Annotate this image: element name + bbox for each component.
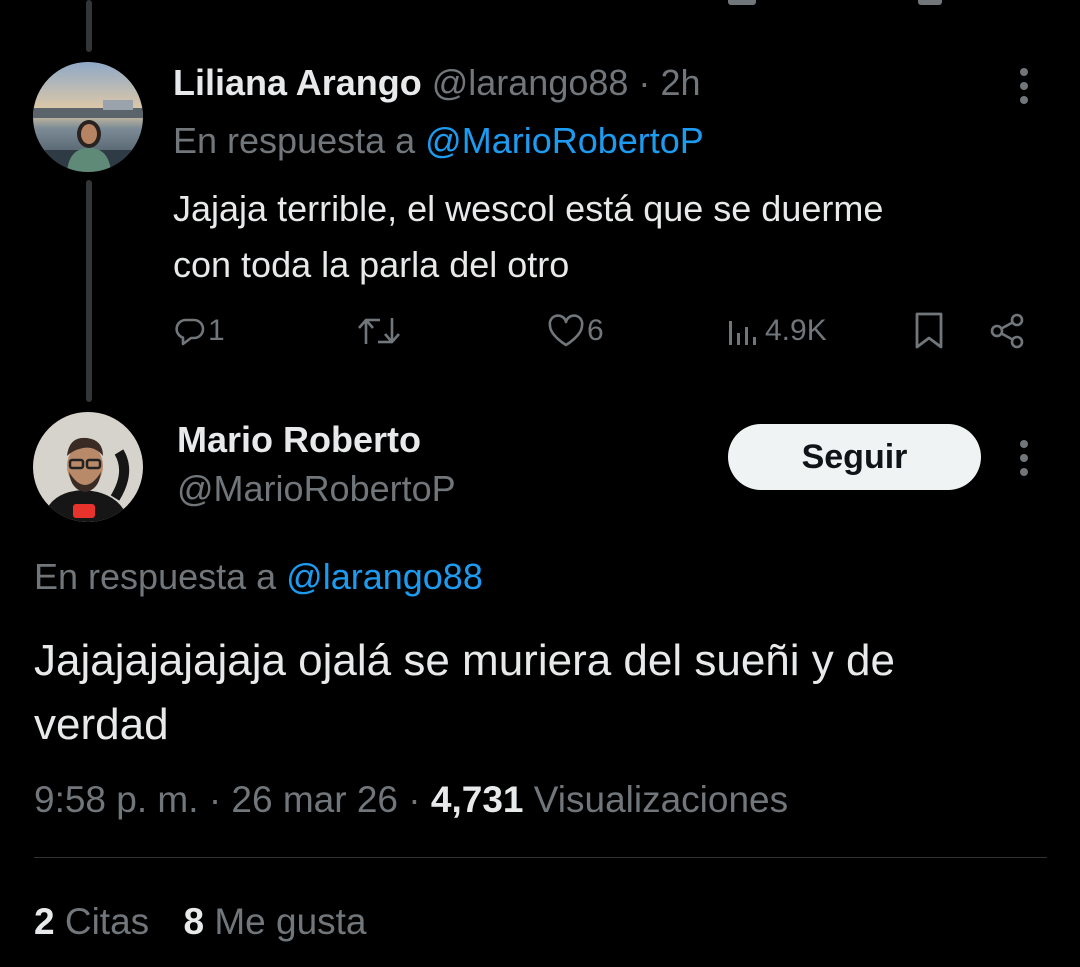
- retweet-action[interactable]: [356, 311, 402, 351]
- bookmark-icon: [915, 312, 943, 349]
- separator: ·: [638, 62, 651, 103]
- avatar-liliana[interactable]: [33, 62, 143, 172]
- more-icon[interactable]: [1019, 68, 1029, 104]
- thread-line-mid: [86, 180, 92, 402]
- retweet-icon: [358, 318, 400, 344]
- reply-count: 1: [208, 314, 225, 347]
- reply-prefix: En respuesta a: [173, 120, 416, 161]
- avatar-mario[interactable]: [33, 412, 143, 522]
- reply-to-link[interactable]: @MarioRobertoP: [425, 120, 704, 161]
- reply-context: En respuesta a @larango88: [34, 555, 483, 599]
- tweet-text: Jajajajajajaja ojalá se muriera del sueñ…: [34, 629, 895, 757]
- share-action[interactable]: [988, 311, 1026, 351]
- engagement-stats: 2 Citas 8 Me gusta: [34, 899, 367, 945]
- reply-header: Liliana Arango @larango88 · 2h: [173, 62, 700, 104]
- timestamp[interactable]: 2h: [660, 62, 700, 103]
- previous-tweet-actions-remnant: [0, 0, 1080, 8]
- tweet-meta: 9:58 p. m. · 26 mar 26 · 4,731 Visualiza…: [34, 777, 788, 823]
- like-action[interactable]: 6: [547, 311, 604, 351]
- tweet-text-line2: con toda la parla del otro: [173, 244, 570, 285]
- quotes-stat[interactable]: 2 Citas: [34, 901, 159, 942]
- separator: ·: [408, 779, 421, 820]
- tweet-date[interactable]: 26 mar 26: [231, 779, 398, 820]
- likes-stat[interactable]: 8 Me gusta: [183, 901, 366, 942]
- author-handle[interactable]: @larango88: [432, 62, 629, 103]
- like-icon: [548, 314, 584, 347]
- views-count: 4,731: [430, 779, 524, 820]
- reply-prefix: En respuesta a: [34, 556, 277, 597]
- divider: [34, 857, 1047, 858]
- reply-context: En respuesta a @MarioRobertoP: [173, 120, 704, 162]
- share-icon: [990, 313, 1024, 349]
- tweet-text: Jajaja terrible, el wescol está que se d…: [173, 181, 883, 293]
- likes-count: 8: [183, 901, 205, 942]
- likes-label: Me gusta: [214, 901, 367, 942]
- reply-action[interactable]: 1: [174, 311, 225, 351]
- tweet-text-line1: Jajaja terrible, el wescol está que se d…: [173, 188, 884, 229]
- views-count: 4.9K: [765, 314, 827, 347]
- more-icon[interactable]: [1019, 440, 1029, 476]
- separator: ·: [208, 779, 222, 820]
- author-handle[interactable]: @MarioRobertoP: [177, 467, 456, 511]
- quotes-count: 2: [34, 901, 55, 942]
- author-name[interactable]: Liliana Arango: [173, 62, 422, 103]
- author-name[interactable]: Mario Roberto: [177, 418, 421, 462]
- follow-button[interactable]: Seguir: [728, 424, 981, 490]
- reply-to-link[interactable]: @larango88: [286, 556, 483, 597]
- like-count: 6: [587, 314, 604, 347]
- tweet-time[interactable]: 9:58 p. m.: [34, 779, 199, 820]
- bookmark-action[interactable]: [912, 311, 946, 351]
- views-icon: [729, 321, 756, 345]
- tweet-text-line2: verdad: [34, 700, 169, 749]
- quotes-label: Citas: [64, 901, 150, 942]
- views-label: Visualizaciones: [533, 779, 789, 820]
- reply-icon: [175, 318, 205, 346]
- tweet-text-line1: Jajajajajajaja ojalá se muriera del sueñ…: [34, 636, 895, 685]
- views-action[interactable]: 4.9K: [727, 311, 827, 351]
